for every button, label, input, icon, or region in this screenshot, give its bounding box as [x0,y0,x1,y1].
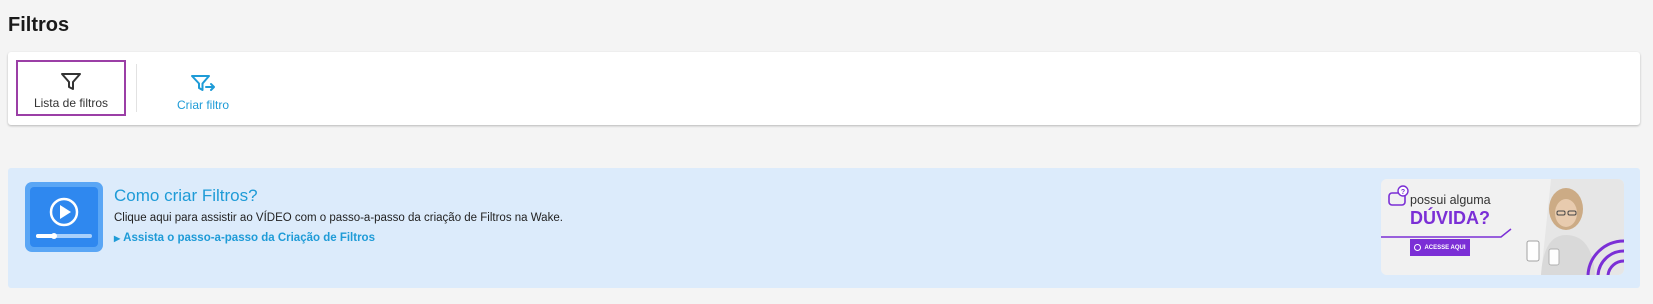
help-description[interactable]: Clique aqui para assistir ao VÍDEO com o… [114,212,563,224]
help-title[interactable]: Como criar Filtros? [114,186,258,206]
filter-icon [61,73,81,90]
info-icon [1414,244,1422,251]
video-play-icon[interactable] [25,182,103,252]
promo-access-label: ACESSE AQUI [1424,244,1466,251]
filter-list-button[interactable]: Lista de filtros [16,60,126,116]
help-tutorial-link-label: Assista o passo-a-passo da Criação de Fi… [123,232,375,244]
help-banner: Como criar Filtros? Clique aqui para ass… [8,168,1640,288]
promo-line1: possui alguma [1410,193,1491,207]
toolbar: Lista de filtros Criar filtro [8,52,1640,125]
create-filter-button[interactable]: Criar filtro [158,60,248,116]
page-title: Filtros [8,14,70,36]
filter-add-icon [191,75,215,91]
promo-access-button[interactable]: ACESSE AQUI [1410,239,1470,256]
toolbar-divider [136,64,137,112]
caret-right-icon: ▶ [114,233,121,243]
filter-list-label: Lista de filtros [33,96,109,110]
play-circle-icon [36,197,92,239]
help-tutorial-link[interactable]: ▶ Assista o passo-a-passo da Criação de … [114,232,375,244]
svg-text:?: ? [1401,189,1405,196]
doubt-promo-banner[interactable]: ? possui alguma DÚVIDA? ACESSE AQUI [1381,179,1624,275]
promo-line2: DÚVIDA? [1410,208,1490,228]
create-filter-label: Criar filtro [176,98,229,112]
